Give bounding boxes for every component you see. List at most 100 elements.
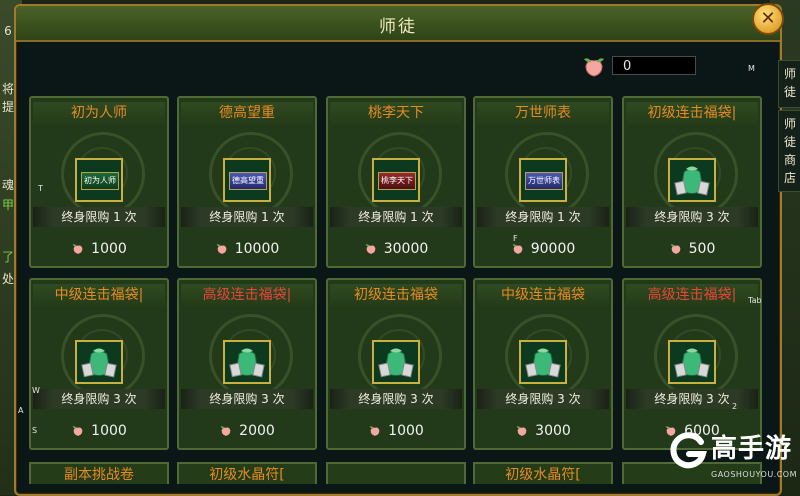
shop-item-card[interactable]: 初级连击福袋 终身限购 3 次 1000	[326, 278, 466, 450]
shop-item-card[interactable]: 桃李天下 桃李天下 终身限购 1 次 30000	[326, 96, 466, 268]
watermark-url: GAOSHOUYOU.COM	[711, 470, 798, 479]
item-price: 2000	[179, 418, 315, 444]
shop-item-card[interactable]: 中级连击福袋| 终身限购 3 次 1000	[29, 278, 169, 450]
title-badge-icon: 桃李天下	[378, 172, 416, 190]
item-slot[interactable]: 桃李天下	[372, 158, 420, 202]
purchase-limit: 终身限购 3 次	[626, 207, 758, 227]
item-slot[interactable]: 德高望重	[223, 158, 271, 202]
price-value: 1000	[91, 423, 127, 439]
tab-mentor[interactable]: 师徒	[778, 60, 800, 108]
item-title: 中级连击福袋	[477, 284, 609, 306]
peach-icon	[512, 244, 523, 254]
shop-item-card[interactable]: 中级连击福袋 终身限购 3 次 3000	[473, 278, 613, 450]
title-badge-icon: 德高望重	[229, 172, 267, 190]
peach-icon	[72, 426, 83, 436]
title-bar: 师徒	[16, 6, 780, 42]
item-price: 10000	[179, 236, 315, 262]
shop-item-card[interactable]: 高级连击福袋| 终身限购 3 次 6000	[622, 278, 762, 450]
item-slot[interactable]	[668, 340, 716, 384]
peach-icon	[72, 244, 83, 254]
purchase-limit: 终身限购 1 次	[181, 207, 313, 227]
price-value: 3000	[535, 423, 571, 439]
item-title: 初为人师	[33, 102, 165, 124]
hotkey-hint-a: A	[18, 406, 24, 415]
peach-icon	[516, 426, 527, 436]
purchase-limit: 终身限购 1 次	[477, 207, 609, 227]
item-slot[interactable]	[223, 340, 271, 384]
peach-icon	[369, 426, 380, 436]
hotkey-hint-2: 2	[732, 402, 738, 411]
item-price: 30000	[328, 236, 464, 262]
lucky-bag-icon	[378, 348, 414, 378]
purchase-limit: 终身限购 1 次	[330, 207, 462, 227]
tab-mentor-shop[interactable]: 师徒商店	[778, 110, 800, 192]
lucky-bag-icon	[674, 348, 710, 378]
item-price: 500	[624, 236, 760, 262]
item-title: 高级连击福袋|	[181, 284, 313, 306]
peach-icon	[584, 58, 604, 77]
window-title: 师徒	[379, 17, 417, 37]
price-value: 90000	[530, 241, 576, 257]
hotkey-hint-f: F	[513, 234, 518, 243]
peach-icon	[365, 244, 376, 254]
mentor-shop-window: 师徒 0 M 初为人师 初为人师 终身限购 1 次 1000 德高望重 德高望重…	[14, 4, 782, 496]
watermark-logo: 高手游 GAOSHOUYOU.COM	[667, 426, 797, 492]
price-value: 2000	[239, 423, 275, 439]
purchase-limit: 终身限购 1 次	[33, 207, 165, 227]
item-slot[interactable]	[75, 340, 123, 384]
lucky-bag-icon	[229, 348, 265, 378]
purchase-limit: 终身限购 3 次	[33, 389, 165, 409]
g-logo-icon	[670, 432, 707, 469]
price-value: 500	[688, 241, 716, 257]
hotkey-hint-s: S	[32, 426, 38, 435]
item-title: 中级连击福袋|	[33, 284, 165, 306]
price-value: 1000	[91, 241, 127, 257]
item-title: 德高望重	[181, 102, 313, 124]
purchase-limit: 终身限购 3 次	[477, 389, 609, 409]
item-price: 1000	[328, 418, 464, 444]
lucky-bag-icon	[674, 166, 710, 196]
side-tab-bar: 师徒 师徒商店	[778, 60, 800, 194]
item-price: 3000	[475, 418, 611, 444]
peach-icon	[216, 244, 227, 254]
shop-item-card[interactable]: 初为人师 初为人师 终身限购 1 次 1000	[29, 96, 169, 268]
item-price: 1000	[31, 418, 167, 444]
hotkey-hint-t: T	[38, 184, 43, 193]
item-slot[interactable]	[519, 340, 567, 384]
partial-item-title[interactable]: 副本挑战卷	[29, 462, 169, 484]
peach-icon	[670, 244, 680, 254]
title-badge-icon: 万世师表	[525, 172, 563, 190]
partial-item-title[interactable]: 初级水晶符[	[177, 462, 317, 484]
close-button[interactable]: ✕	[752, 3, 784, 35]
purchase-limit: 终身限购 3 次	[181, 389, 313, 409]
item-title: 初级连击福袋	[330, 284, 462, 306]
item-title: 万世师表	[477, 102, 609, 124]
item-slot[interactable]: 初为人师	[75, 158, 123, 202]
shop-item-card[interactable]: 高级连击福袋| 终身限购 3 次 2000	[177, 278, 317, 450]
item-title: 高级连击福袋|	[626, 284, 758, 306]
hotkey-hint-m: M	[748, 64, 755, 73]
title-badge-icon: 初为人师	[81, 172, 119, 190]
watermark-brand: 高手游	[711, 434, 793, 464]
shop-item-card[interactable]: 德高望重 德高望重 终身限购 1 次 10000	[177, 96, 317, 268]
item-slot[interactable]	[372, 340, 420, 384]
item-price: 90000	[475, 236, 611, 262]
item-slot[interactable]: 万世师表	[519, 158, 567, 202]
peach-icon	[220, 426, 231, 436]
shop-item-card[interactable]: 万世师表 万世师表 终身限购 1 次 90000	[473, 96, 613, 268]
shop-item-card[interactable]: 初级连击福袋| 终身限购 3 次 500	[622, 96, 762, 268]
item-price: 1000	[31, 236, 167, 262]
close-icon: ✕	[760, 8, 776, 29]
item-slot[interactable]	[668, 158, 716, 202]
lucky-bag-icon	[525, 348, 561, 378]
lucky-bag-icon	[81, 348, 117, 378]
price-value: 30000	[383, 241, 429, 257]
partial-item-title[interactable]: 初级水晶符[	[473, 462, 613, 484]
item-title: 初级连击福袋|	[626, 102, 758, 124]
partial-item-title[interactable]	[326, 462, 466, 484]
purchase-limit: 终身限购 3 次	[626, 389, 758, 409]
price-value: 10000	[234, 241, 280, 257]
price-value: 1000	[388, 423, 424, 439]
hotkey-hint-w: W	[32, 386, 40, 395]
item-title: 桃李天下	[330, 102, 462, 124]
